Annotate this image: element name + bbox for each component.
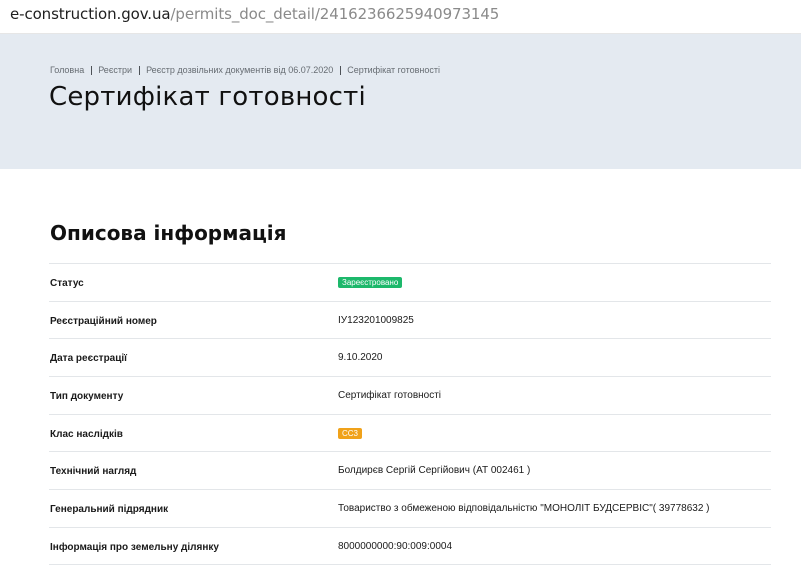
row-value: СС3 — [338, 427, 363, 439]
status-badge: Зареєстровано — [338, 277, 403, 288]
breadcrumb-separator — [139, 65, 141, 75]
row-value: 8000000000:90:009:0004 — [338, 540, 453, 552]
info-row-land-plot: Інформація про земельну ділянку 80000000… — [49, 526, 771, 565]
row-value: Болдирєв Сергій Сергійович (АТ 002461 ) — [338, 465, 531, 477]
browser-address-bar[interactable]: e-construction.gov.ua/permits_doc_detail… — [0, 0, 801, 34]
row-label: Генеральний підрядник — [50, 504, 169, 516]
breadcrumb: Головна Реєстри Реєстр дозвільних докуме… — [50, 65, 440, 75]
row-value: 9.10.2020 — [338, 352, 383, 364]
breadcrumb-separator — [340, 65, 342, 75]
row-value: Товариство з обмеженою відповідальністю … — [338, 503, 710, 515]
row-label: Статус — [50, 278, 84, 289]
url-text[interactable]: e-construction.gov.ua/permits_doc_detail… — [10, 5, 499, 23]
info-row-registration-date: Дата реєстрації 9.10.2020 — [49, 338, 771, 376]
row-label: Інформація про земельну ділянку — [50, 541, 219, 553]
info-row-technical-supervision: Технічний нагляд Болдирєв Сергій Сергійо… — [49, 451, 771, 489]
url-host: e-construction.gov.ua — [10, 5, 171, 23]
breadcrumb-permits-registry[interactable]: Реєстр дозвільних документів від 06.07.2… — [146, 65, 333, 75]
breadcrumb-separator — [91, 65, 93, 75]
page-title: Сертифікат готовності — [49, 82, 366, 112]
class-badge: СС3 — [338, 427, 363, 439]
section-title: Описова інформація — [50, 221, 287, 245]
info-table: Статус Зареєстровано Реєстраційний номер… — [49, 263, 771, 565]
row-value: Зареєстровано — [338, 277, 403, 288]
breadcrumb-current: Сертифікат готовності — [347, 65, 440, 75]
page-header: Головна Реєстри Реєстр дозвільних докуме… — [0, 34, 801, 169]
info-row-registration-number: Реєстраційний номер IУ123201009825 — [49, 300, 771, 339]
row-value: Сертифікат готовності — [338, 390, 442, 402]
row-label: Реєстраційний номер — [50, 315, 157, 327]
breadcrumb-home[interactable]: Головна — [50, 65, 84, 75]
row-label: Дата реєстрації — [50, 353, 127, 365]
row-value: IУ123201009825 — [338, 314, 414, 326]
row-label: Технічний нагляд — [50, 466, 137, 478]
breadcrumb-registries[interactable]: Реєстри — [98, 65, 132, 75]
info-row-general-contractor: Генеральний підрядник Товариство з обмеж… — [49, 489, 771, 527]
info-row-status: Статус Зареєстровано — [49, 263, 771, 301]
info-row-consequence-class: Клас наслідків СС3 — [49, 413, 771, 452]
row-label: Клас наслідків — [50, 428, 123, 440]
row-label: Тип документу — [50, 391, 124, 403]
url-path: /permits_doc_detail/2416236625940973145 — [170, 5, 500, 23]
info-row-document-type: Тип документу Сертифікат готовності — [49, 376, 771, 414]
